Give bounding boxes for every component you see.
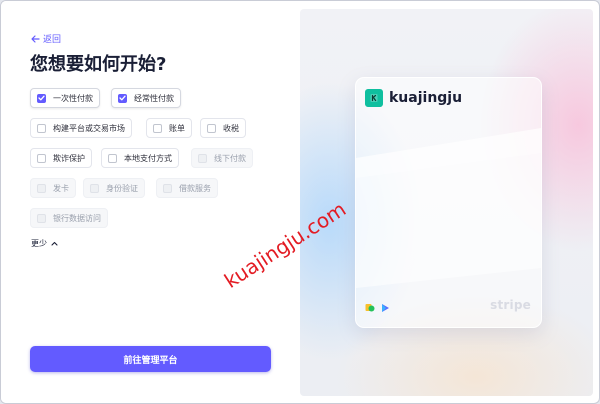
option-label: 借款服务: [179, 183, 211, 193]
check-icon: [38, 95, 45, 101]
option-label: 银行数据访问: [53, 213, 101, 223]
option-label: 身份验证: [106, 183, 138, 193]
checkbox: [90, 183, 99, 193]
go-to-dashboard-button[interactable]: 前往管理平台: [30, 346, 271, 372]
checkbox[interactable]: [118, 93, 127, 103]
business-name: kuajingju: [389, 90, 463, 106]
option-bank-data-access: 银行数据访问: [30, 208, 108, 228]
page-title: 您想要如何开始?: [30, 54, 167, 75]
option-recurring-payment[interactable]: 经常性付款: [111, 88, 181, 108]
letter-k-icon: [370, 94, 378, 102]
checkbox: [37, 213, 46, 223]
option-offline-payments: 线下付款: [191, 148, 253, 168]
checkbox[interactable]: [153, 123, 162, 133]
options-panel: 返回 您想要如何开始? 一次性付款 经常性付款 构建平台或交易市场 账单 收税: [1, 1, 299, 403]
back-label: 返回: [43, 35, 62, 45]
option-label: 线下付款: [214, 153, 246, 163]
checkbox[interactable]: [108, 153, 117, 163]
option-one-time-payment[interactable]: 一次性付款: [30, 88, 100, 108]
chevron-up-icon: [51, 241, 58, 246]
option-tax[interactable]: 收税: [200, 118, 246, 138]
option-label: 欺诈保护: [53, 153, 85, 163]
option-label: 发卡: [53, 183, 69, 193]
back-link[interactable]: 返回: [31, 32, 61, 45]
option-identity-verification: 身份验证: [83, 178, 145, 198]
option-card-issuing: 发卡: [30, 178, 76, 198]
stripe-logo: stripe: [490, 298, 531, 312]
check-icon: [119, 95, 126, 101]
option-platform-marketplace[interactable]: 构建平台或交易市场: [30, 118, 132, 138]
checkbox: [198, 153, 207, 163]
checkbox[interactable]: [207, 123, 216, 133]
show-less-toggle[interactable]: 更少: [31, 238, 58, 249]
arrow-left-icon: [31, 34, 40, 43]
option-label: 账单: [169, 123, 185, 133]
card-illustration: [356, 128, 541, 288]
option-capital-lending: 借款服务: [156, 178, 218, 198]
option-label: 本地支付方式: [124, 153, 172, 163]
show-less-label: 更少: [31, 239, 47, 248]
play-icon: [382, 304, 389, 312]
payment-method-icons: [365, 303, 390, 313]
checkbox: [163, 183, 172, 193]
checkbox[interactable]: [37, 153, 46, 163]
preview-card: kuajingju stripe: [355, 77, 542, 328]
option-label: 一次性付款: [53, 93, 93, 103]
business-logo: [365, 89, 383, 107]
wallet-icon: [365, 304, 375, 312]
option-local-payment-methods[interactable]: 本地支付方式: [101, 148, 179, 168]
checkbox: [37, 183, 46, 193]
option-label: 收税: [223, 123, 239, 133]
option-label: 经常性付款: [134, 93, 174, 103]
option-fraud-protection[interactable]: 欺诈保护: [30, 148, 92, 168]
app-window: 返回 您想要如何开始? 一次性付款 经常性付款 构建平台或交易市场 账单 收税: [0, 0, 600, 404]
option-invoicing[interactable]: 账单: [146, 118, 192, 138]
checkbox[interactable]: [37, 93, 46, 103]
option-label: 构建平台或交易市场: [53, 123, 125, 133]
checkbox[interactable]: [37, 123, 46, 133]
preview-panel: kuajingju stripe: [300, 9, 593, 396]
